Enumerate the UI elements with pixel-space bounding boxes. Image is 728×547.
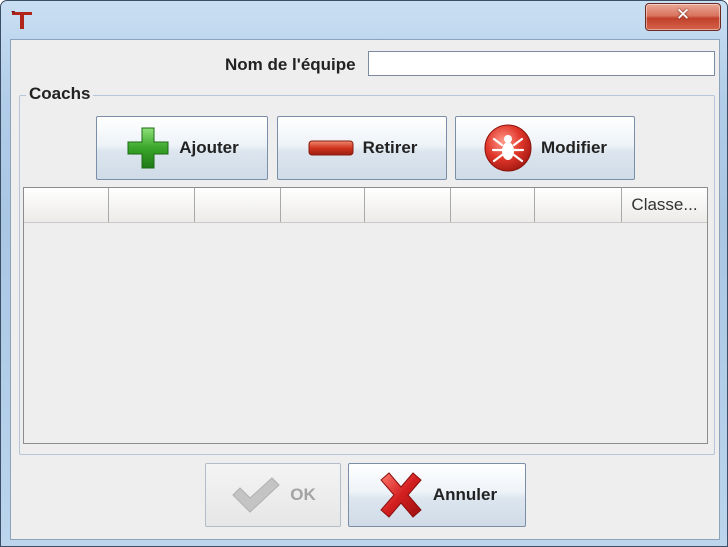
ok-button[interactable]: OK <box>205 463 341 527</box>
modify-coach-button[interactable]: Modifier <box>455 116 635 180</box>
column-header[interactable] <box>24 188 109 222</box>
remove-coach-button[interactable]: Retirer <box>277 116 447 180</box>
add-coach-button[interactable]: Ajouter <box>96 116 268 180</box>
title-bar[interactable]: ✕ <box>1 1 727 39</box>
close-icon[interactable]: ✕ <box>646 5 720 25</box>
team-name-label: Nom de l'équipe <box>225 55 356 74</box>
column-header[interactable] <box>109 188 195 222</box>
dialog-window: ✕ Nom de l'équipe Coachs Ajouter Retirer… <box>0 0 728 547</box>
remove-coach-label: Retirer <box>362 138 418 157</box>
team-name-input[interactable] <box>368 51 715 76</box>
coachs-table-header: Classe... <box>24 188 707 223</box>
modify-coach-label: Modifier <box>540 138 608 157</box>
coachs-table[interactable]: Classe... <box>23 187 708 444</box>
checkmark-icon <box>232 477 280 513</box>
add-coach-label: Ajouter <box>179 138 239 157</box>
cross-icon <box>380 472 422 518</box>
dialog-content: Nom de l'équipe Coachs Ajouter Retirer M… <box>10 39 720 540</box>
cancel-button[interactable]: Annuler <box>348 463 526 527</box>
column-header-classe[interactable]: Classe... <box>622 188 707 222</box>
column-header[interactable] <box>451 188 535 222</box>
column-header[interactable] <box>195 188 281 222</box>
cancel-label: Annuler <box>432 485 498 504</box>
column-header[interactable] <box>535 188 622 222</box>
close-button[interactable]: ✕ <box>645 3 721 31</box>
column-header[interactable] <box>365 188 451 222</box>
column-header[interactable] <box>281 188 365 222</box>
bug-icon <box>484 124 532 172</box>
minus-icon <box>308 140 354 156</box>
ok-label: OK <box>290 485 316 504</box>
plus-icon <box>127 127 169 169</box>
coachs-group-title: Coachs <box>26 84 94 104</box>
app-logo-icon <box>11 11 32 29</box>
